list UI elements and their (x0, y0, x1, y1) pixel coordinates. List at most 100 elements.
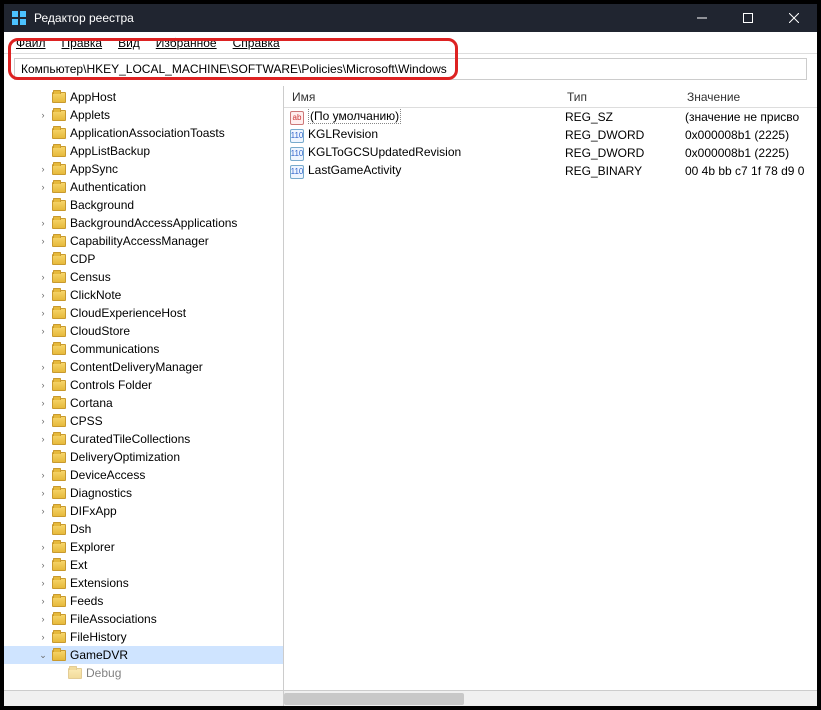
tree-item[interactable]: ›CloudStore (4, 322, 283, 340)
tree-item[interactable]: ›AppSync (4, 160, 283, 178)
chevron-right-icon[interactable]: › (38, 488, 48, 498)
tree-item[interactable]: AppHost (4, 88, 283, 106)
tree-item[interactable]: ›Explorer (4, 538, 283, 556)
folder-icon (52, 416, 66, 427)
tree-item[interactable]: ›Census (4, 268, 283, 286)
tree-item-label: Authentication (70, 180, 146, 194)
tree-item[interactable]: ›Diagnostics (4, 484, 283, 502)
list-header: Имя Тип Значение (284, 86, 817, 108)
chevron-right-icon[interactable]: › (38, 578, 48, 588)
folder-icon (52, 380, 66, 391)
value-data: 0x000008b1 (2225) (679, 146, 817, 160)
chevron-right-icon[interactable]: › (38, 182, 48, 192)
tree-item[interactable]: ›BackgroundAccessApplications (4, 214, 283, 232)
menu-favorites[interactable]: Избранное (150, 34, 223, 52)
tree-item[interactable]: ›ClickNote (4, 286, 283, 304)
tree-item-label: DeliveryOptimization (70, 450, 180, 464)
folder-icon (52, 434, 66, 445)
menu-edit[interactable]: Правка (56, 34, 109, 52)
tree-item[interactable]: ›Ext (4, 556, 283, 574)
chevron-right-icon[interactable]: › (38, 326, 48, 336)
folder-icon (52, 470, 66, 481)
chevron-right-icon[interactable]: › (38, 308, 48, 318)
values-panel[interactable]: Имя Тип Значение ab(По умолчанию)REG_SZ(… (284, 86, 817, 690)
chevron-right-icon[interactable]: › (38, 470, 48, 480)
tree-item[interactable]: Communications (4, 340, 283, 358)
chevron-right-icon[interactable]: › (38, 632, 48, 642)
tree-panel[interactable]: AppHost › Applets ApplicationAssociationToa… (4, 86, 284, 690)
chevron-right-icon[interactable]: › (38, 596, 48, 606)
tree-item[interactable]: ›CapabilityAccessManager (4, 232, 283, 250)
tree-item[interactable]: ›Cortana (4, 394, 283, 412)
tree-item[interactable]: ApplicationAssociationToasts (4, 124, 283, 142)
horizontal-scrollbar[interactable] (4, 690, 817, 706)
tree-item-label: CDP (70, 252, 95, 266)
window-title: Редактор реестра (34, 11, 679, 25)
chevron-right-icon[interactable]: › (38, 434, 48, 444)
folder-icon (52, 164, 66, 175)
value-name: (По умолчанию) (308, 109, 401, 124)
tree-item[interactable]: ›Extensions (4, 574, 283, 592)
chevron-right-icon[interactable]: › (38, 398, 48, 408)
value-row[interactable]: ab(По умолчанию)REG_SZ(значение не присв… (284, 108, 817, 126)
value-data: 00 4b bb c7 1f 78 d9 0 (679, 164, 817, 178)
address-bar[interactable] (14, 58, 807, 80)
tree-item[interactable]: ›Feeds (4, 592, 283, 610)
tree-item[interactable]: › Applets (4, 106, 283, 124)
tree-item[interactable]: CDP (4, 250, 283, 268)
folder-icon (52, 236, 66, 247)
menu-help[interactable]: Справка (227, 34, 286, 52)
tree-item[interactable]: ›CuratedTileCollections (4, 430, 283, 448)
value-name: KGLToGCSUpdatedRevision (308, 145, 461, 159)
tree-item[interactable]: ›Controls Folder (4, 376, 283, 394)
tree-item[interactable]: ›FileHistory (4, 628, 283, 646)
chevron-right-icon[interactable]: › (38, 272, 48, 282)
tree-item[interactable]: ›ContentDeliveryManager (4, 358, 283, 376)
chevron-right-icon[interactable]: › (38, 506, 48, 516)
value-row[interactable]: 110LastGameActivityREG_BINARY00 4b bb c7… (284, 162, 817, 180)
chevron-right-icon[interactable]: › (38, 362, 48, 372)
tree-item[interactable]: ›CPSS (4, 412, 283, 430)
tree-item-label: Applets (70, 108, 110, 122)
tree-item[interactable]: ›DIFxApp (4, 502, 283, 520)
value-row[interactable]: 110KGLRevisionREG_DWORD0x000008b1 (2225) (284, 126, 817, 144)
tree-item[interactable]: AppListBackup (4, 142, 283, 160)
minimize-button[interactable] (679, 4, 725, 32)
chevron-right-icon[interactable]: › (38, 614, 48, 624)
tree-item-label: Debug (86, 666, 121, 680)
chevron-right-icon[interactable]: › (38, 560, 48, 570)
chevron-right-icon[interactable]: › (38, 110, 48, 120)
tree-item[interactable]: › CloudExperienceHost (4, 304, 283, 322)
tree-item-label: CloudExperienceHost (70, 306, 186, 320)
chevron-right-icon[interactable]: › (38, 290, 48, 300)
menu-file[interactable]: Файл (10, 34, 52, 52)
value-data: 0x000008b1 (2225) (679, 128, 817, 142)
tree-item[interactable]: ⌄GameDVR (4, 646, 283, 664)
folder-icon (52, 200, 66, 211)
tree-item[interactable]: Debug (4, 664, 283, 682)
tree-item[interactable]: Background (4, 196, 283, 214)
folder-icon (52, 614, 66, 625)
column-name[interactable]: Имя (284, 90, 559, 104)
tree-item[interactable]: › Authentication (4, 178, 283, 196)
tree-item[interactable]: › FileAssociations (4, 610, 283, 628)
value-row[interactable]: 110KGLToGCSUpdatedRevisionREG_DWORD0x000… (284, 144, 817, 162)
menu-view[interactable]: Вид (112, 34, 146, 52)
column-value[interactable]: Значение (679, 90, 817, 104)
chevron-right-icon[interactable]: › (38, 164, 48, 174)
chevron-right-icon[interactable]: › (38, 380, 48, 390)
tree-item[interactable]: DeliveryOptimization (4, 448, 283, 466)
chevron-right-icon[interactable]: › (38, 218, 48, 228)
chevron-right-icon[interactable]: › (38, 236, 48, 246)
tree-item-label: FileAssociations (70, 612, 157, 626)
folder-icon (52, 632, 66, 643)
maximize-button[interactable] (725, 4, 771, 32)
column-type[interactable]: Тип (559, 90, 679, 104)
close-button[interactable] (771, 4, 817, 32)
chevron-right-icon[interactable]: › (38, 416, 48, 426)
chevron-down-icon[interactable]: ⌄ (38, 650, 48, 661)
tree-item[interactable]: Dsh (4, 520, 283, 538)
tree-item-label: AppHost (70, 90, 116, 104)
chevron-right-icon[interactable]: › (38, 542, 48, 552)
tree-item[interactable]: ›DeviceAccess (4, 466, 283, 484)
